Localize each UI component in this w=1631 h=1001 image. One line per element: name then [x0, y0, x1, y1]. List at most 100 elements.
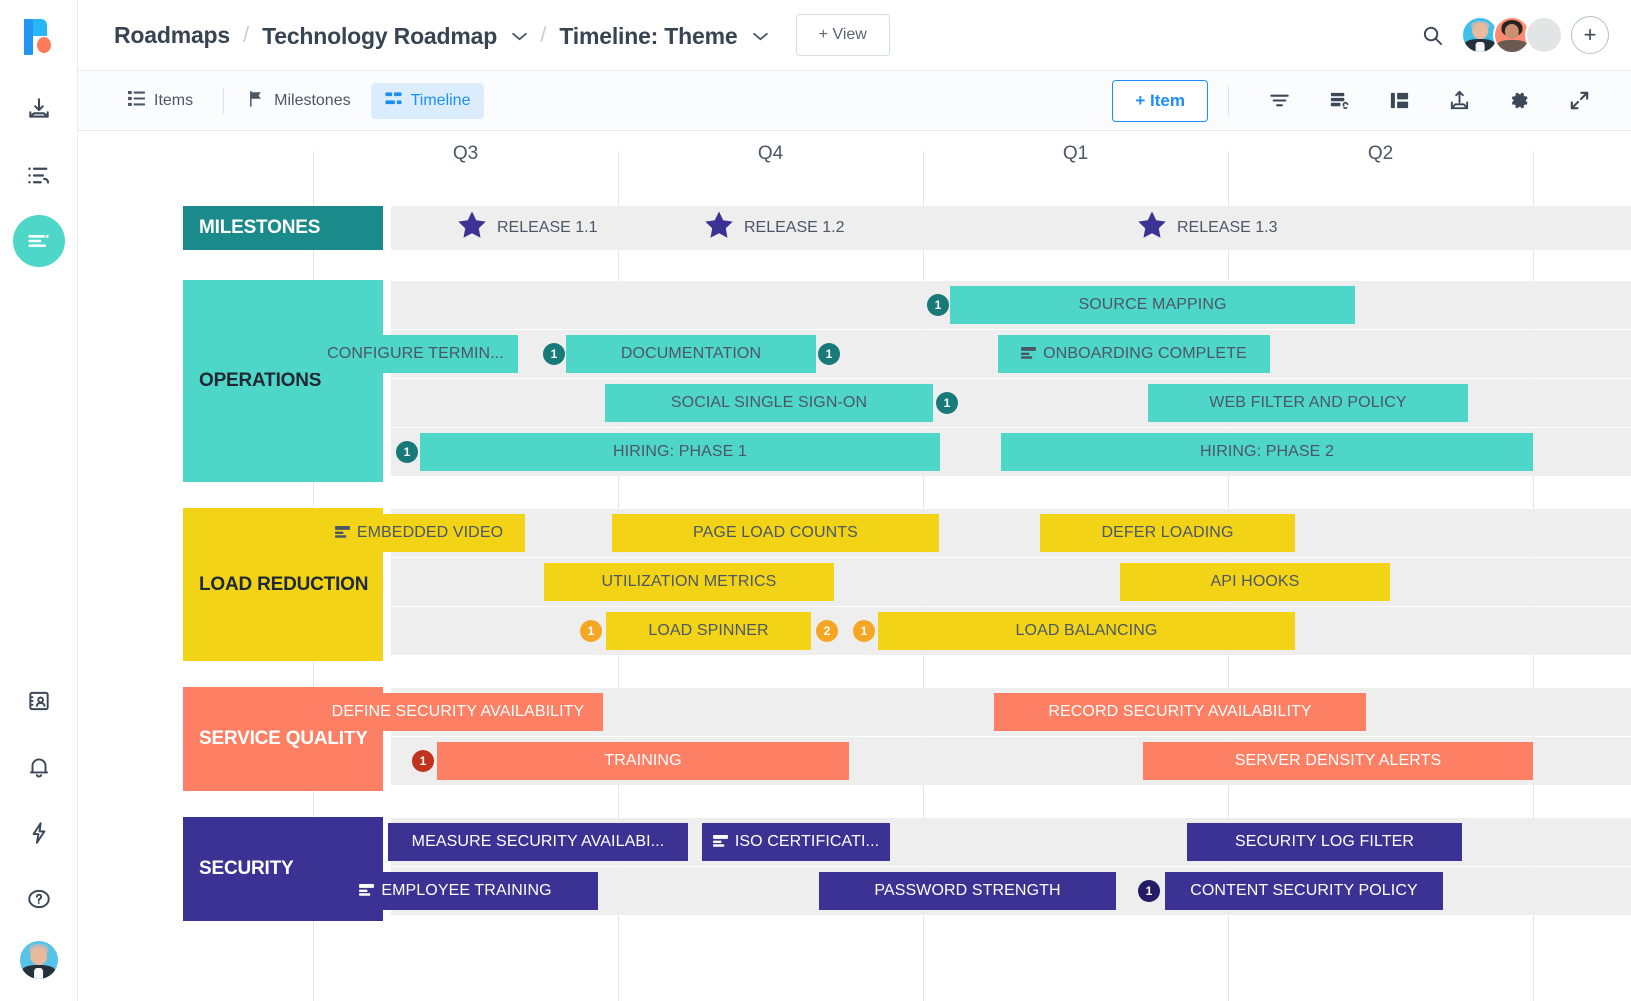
toolbar-separator: [1228, 86, 1229, 116]
timeline-bar-label: SOCIAL SINGLE SIGN-ON: [671, 394, 867, 412]
tab-timeline[interactable]: Timeline: [371, 83, 485, 119]
timeline-bar[interactable]: DEFER LOADING: [1040, 514, 1295, 552]
timeline-bar[interactable]: PASSWORD STRENGTH: [819, 872, 1116, 910]
logo-bar: [24, 19, 33, 55]
timeline-bar[interactable]: HIRING: PHASE 1: [420, 433, 940, 471]
help-question-icon[interactable]: [13, 873, 65, 925]
dependency-badge[interactable]: 2: [816, 620, 838, 642]
timeline-bar[interactable]: MEASURE SECURITY AVAILABI...: [388, 823, 688, 861]
avatar-shirt: [34, 968, 44, 979]
add-view-button[interactable]: + View: [796, 14, 890, 56]
dependency-badge[interactable]: 1: [936, 392, 958, 414]
breadcrumb-roadmaps[interactable]: Roadmaps: [114, 22, 230, 49]
timeline-bar[interactable]: HIRING: PHASE 2: [1001, 433, 1533, 471]
dependency-badge[interactable]: 1: [927, 294, 949, 316]
timeline-bar[interactable]: WEB FILTER AND POLICY: [1148, 384, 1468, 422]
timeline-bar-label: MEASURE SECURITY AVAILABI...: [412, 833, 665, 851]
add-member-button[interactable]: +: [1571, 16, 1609, 54]
timeline-bar[interactable]: LOAD SPINNER: [606, 612, 811, 650]
card-icon: [1021, 347, 1036, 360]
timeline-bar[interactable]: CONFIGURE TERMIN...: [313, 335, 518, 373]
dependency-badge[interactable]: 1: [1138, 880, 1160, 902]
milestone-label: RELEASE 1.3: [1177, 219, 1278, 237]
timeline-bar[interactable]: LOAD BALANCING: [878, 612, 1295, 650]
timeline-bar-label: PASSWORD STRENGTH: [874, 882, 1060, 900]
star-icon: [455, 209, 489, 248]
top-bar: Roadmaps / Technology Roadmap / Timeline…: [78, 0, 1631, 71]
chevron-down-icon: [512, 20, 527, 47]
avatar-2-body: [1497, 40, 1528, 52]
timeline-bar[interactable]: SOURCE MAPPING: [950, 286, 1355, 324]
timeline-bar[interactable]: DEFINE SECURITY AVAILABILITY: [313, 693, 603, 731]
logo-hook: [33, 19, 47, 36]
tab-milestones[interactable]: Milestones: [234, 83, 364, 119]
notifications-bell-icon[interactable]: [13, 741, 65, 793]
timeline-bar[interactable]: UTILIZATION METRICS: [544, 563, 834, 601]
layout-icon[interactable]: [1378, 80, 1420, 122]
dependency-badge[interactable]: 1: [396, 441, 418, 463]
timeline-bar[interactable]: EMPLOYEE TRAINING: [313, 872, 598, 910]
timeline-bar-label: RECORD SECURITY AVAILABILITY: [1048, 703, 1311, 721]
timeline-bar[interactable]: SECURITY LOG FILTER: [1187, 823, 1462, 861]
timeline-bar-label: LOAD SPINNER: [648, 622, 768, 640]
tab-items[interactable]: Items: [114, 83, 207, 119]
timeline-bar[interactable]: TRAINING: [437, 742, 849, 780]
milestone-marker[interactable]: RELEASE 1.3: [1135, 210, 1278, 246]
timeline-bar[interactable]: PAGE LOAD COUNTS: [612, 514, 939, 552]
roadmunk-logo[interactable]: [19, 17, 59, 57]
roadmap-icon[interactable]: [13, 215, 65, 267]
timeline-bar[interactable]: DOCUMENTATION: [566, 335, 816, 373]
breadcrumb-technology-roadmap[interactable]: Technology Roadmap: [262, 20, 527, 50]
whats-new-lightning-icon[interactable]: [13, 807, 65, 859]
timeline-bar[interactable]: ONBOARDING COMPLETE: [998, 335, 1270, 373]
timeline-bar-label: LOAD BALANCING: [1016, 622, 1158, 640]
main-area: Roadmaps / Technology Roadmap / Timeline…: [78, 0, 1631, 1001]
timeline-bar[interactable]: SERVER DENSITY ALERTS: [1143, 742, 1533, 780]
card-link-icon[interactable]: [1318, 80, 1360, 122]
timeline-bar[interactable]: EMBEDDED VIDEO: [313, 514, 525, 552]
top-bar-right: +: [1411, 14, 1609, 56]
timeline-bar[interactable]: API HOOKS: [1120, 563, 1390, 601]
dependency-badge[interactable]: 1: [543, 343, 565, 365]
timeline-bar-label: SERVER DENSITY ALERTS: [1235, 752, 1442, 770]
fullscreen-expand-icon[interactable]: [1558, 80, 1600, 122]
import-icon[interactable]: [13, 83, 65, 135]
lane-label-operations[interactable]: OPERATIONS: [183, 280, 383, 482]
user-avatar[interactable]: [20, 941, 58, 979]
dependency-badge[interactable]: 1: [580, 620, 602, 642]
gear-icon[interactable]: [1498, 80, 1540, 122]
contacts-icon[interactable]: [13, 675, 65, 727]
app-root: Roadmaps / Technology Roadmap / Timeline…: [0, 0, 1631, 1001]
export-upload-icon[interactable]: [1438, 80, 1480, 122]
timeline-bar-label: UTILIZATION METRICS: [602, 573, 777, 591]
add-item-button[interactable]: + Item: [1112, 80, 1208, 122]
view-toolbar: Items Milestones Timeline: [78, 71, 1631, 131]
star-icon: [1135, 209, 1169, 248]
search-icon[interactable]: [1411, 14, 1453, 56]
filter-icon[interactable]: [1258, 80, 1300, 122]
dependency-badge[interactable]: 1: [853, 620, 875, 642]
tab-items-label: Items: [154, 92, 193, 110]
lane-label-milestones[interactable]: MILESTONES: [183, 206, 383, 250]
timeline-bar[interactable]: SOCIAL SINGLE SIGN-ON: [605, 384, 933, 422]
logo-dot: [37, 37, 51, 53]
timeline-bar-label: CONFIGURE TERMIN...: [327, 345, 504, 363]
avatar-1-shirt: [1476, 42, 1485, 52]
milestone-marker[interactable]: RELEASE 1.1: [455, 210, 598, 246]
chevron-down-icon-2: [753, 20, 768, 47]
avatar-member-3[interactable]: [1525, 16, 1563, 54]
timeline-bar[interactable]: ISO CERTIFICATI...: [702, 823, 890, 861]
timeline-bar-label: CONTENT SECURITY POLICY: [1190, 882, 1418, 900]
milestone-marker[interactable]: RELEASE 1.2: [702, 210, 845, 246]
timeline-bar-label: TRAINING: [604, 752, 681, 770]
timeline-bar[interactable]: RECORD SECURITY AVAILABILITY: [994, 693, 1366, 731]
backlog-list-icon[interactable]: [13, 149, 65, 201]
breadcrumb-timeline-theme[interactable]: Timeline: Theme: [559, 20, 767, 50]
dependency-badge[interactable]: 1: [412, 750, 434, 772]
dependency-badge[interactable]: 1: [818, 343, 840, 365]
breadcrumb-timeline-theme-label: Timeline: Theme: [559, 23, 737, 49]
avatar-2-head: [1505, 24, 1519, 39]
avatar-head: [30, 947, 47, 964]
timeline-bar-label: HIRING: PHASE 1: [613, 443, 747, 461]
timeline-bar[interactable]: CONTENT SECURITY POLICY: [1165, 872, 1443, 910]
